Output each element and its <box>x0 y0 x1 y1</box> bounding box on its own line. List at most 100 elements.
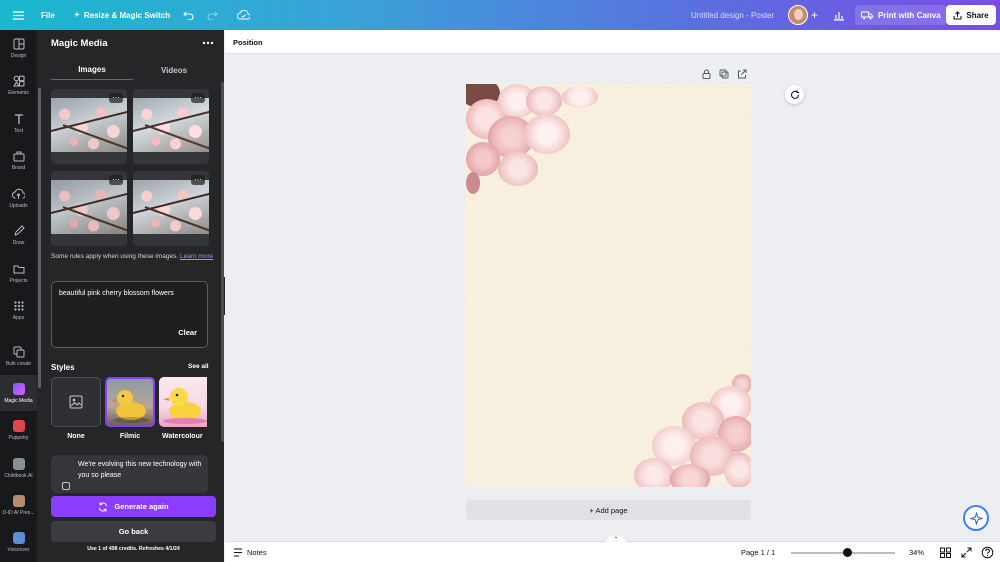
refresh-icon <box>99 502 108 511</box>
image-more-button[interactable]: … <box>191 174 205 185</box>
rail-item-magic-media[interactable]: Magic Media <box>0 375 37 411</box>
beta-notice: We're evolving this new technology with … <box>51 455 208 493</box>
cloud-save-status[interactable] <box>237 0 250 30</box>
rail-label: Projects <box>9 277 28 284</box>
print-label: Print with Canva <box>878 10 941 20</box>
rail-item-brand[interactable]: Brand <box>0 142 37 178</box>
notice-text: We're evolving this new technology with … <box>78 461 202 479</box>
learn-more-link[interactable]: Learn more <box>180 253 213 260</box>
design-icon <box>13 38 24 49</box>
generate-again-button[interactable]: Generate again <box>51 496 216 517</box>
add-collaborator-button[interactable]: + <box>811 0 818 30</box>
style-label-watercolour: Watercolour <box>162 433 203 440</box>
add-page-button[interactable]: + Add page <box>466 500 751 520</box>
media-tabs: Images Videos <box>51 60 216 80</box>
redo-button[interactable] <box>207 0 218 30</box>
draw-icon <box>13 224 25 236</box>
rail-item-childbook[interactable]: Childbook.AI <box>0 450 37 486</box>
share-button[interactable]: Share <box>946 5 996 25</box>
poster-page[interactable] <box>466 84 751 487</box>
avatar[interactable] <box>788 5 808 25</box>
rail-label: Voiceover <box>7 546 30 553</box>
rubber-duck-image <box>111 390 149 423</box>
rail-item-uploads[interactable]: Uploads <box>0 180 37 216</box>
rail-item-voiceover[interactable]: Voiceover <box>0 524 37 560</box>
style-watercolour[interactable] <box>159 377 207 427</box>
rail-item-elements[interactable]: Elements <box>0 67 37 103</box>
help-button[interactable] <box>981 546 994 559</box>
undo-button[interactable] <box>183 0 194 30</box>
magic-refresh-button[interactable] <box>785 85 804 104</box>
image-more-button[interactable]: … <box>109 92 123 103</box>
rail-item-design[interactable]: Design <box>0 30 37 66</box>
rail-item-projects[interactable]: Projects <box>0 255 37 291</box>
rail-item-bulk-create[interactable]: Bulk create <box>0 338 37 374</box>
notice-icon <box>62 482 70 490</box>
rail-label: Uploads <box>9 202 28 209</box>
position-button[interactable]: Position <box>233 30 263 54</box>
tab-videos[interactable]: Videos <box>133 60 215 80</box>
generated-image-4[interactable]: … <box>133 171 209 246</box>
notes-button[interactable]: Notes <box>233 542 267 562</box>
share-label: Share <box>966 10 989 20</box>
panel-title: Magic Media <box>51 38 108 49</box>
hamburger-icon <box>13 10 24 20</box>
generated-image-2[interactable]: … <box>133 89 209 164</box>
image-more-button[interactable]: … <box>191 92 205 103</box>
rail-item-d-id[interactable]: D-ID AI Pres... <box>0 487 37 523</box>
rail-label: Childbook.AI <box>4 472 33 479</box>
lock-button[interactable] <box>702 69 711 79</box>
prompt-input[interactable]: beautiful pink cherry blossom flowers Cl… <box>51 281 208 348</box>
fullscreen-button[interactable] <box>960 546 973 559</box>
cloud-check-icon <box>237 10 250 20</box>
rail-item-apps[interactable]: Apps <box>0 292 37 328</box>
style-label-filmic: Filmic <box>119 433 141 440</box>
cherry-blossom-top-left[interactable] <box>466 84 601 199</box>
notes-icon <box>234 548 242 557</box>
file-menu[interactable]: File <box>41 0 55 30</box>
style-filmic[interactable] <box>105 377 155 427</box>
generated-image-3[interactable]: … <box>51 171 127 246</box>
main-menu-button[interactable] <box>13 0 24 30</box>
undo-icon <box>183 11 194 20</box>
apps-icon <box>13 300 24 311</box>
rail-label: Bulk create <box>5 360 31 367</box>
rail-label: Puppetry <box>8 434 29 441</box>
design-title[interactable]: Untitled design - Poster <box>691 0 774 30</box>
rules-text: Some rules apply when using these images… <box>51 253 179 260</box>
export-page-button[interactable] <box>737 69 747 79</box>
rail-label: Text <box>13 127 24 134</box>
panel-more-button[interactable] <box>202 39 214 47</box>
cherry-blossom-photo <box>51 180 127 234</box>
magic-assistant-button[interactable] <box>963 505 989 531</box>
grid-view-button[interactable] <box>939 546 952 559</box>
generated-image-1[interactable]: … <box>51 89 127 164</box>
prompt-text: beautiful pink cherry blossom flowers <box>59 290 174 297</box>
rail-item-puppetry[interactable]: Puppetry <box>0 412 37 448</box>
bottom-bar: ˆ Notes Page 1 / 1 34% <box>225 536 1000 562</box>
go-back-button[interactable]: Go back <box>51 521 216 542</box>
clear-button[interactable]: Clear <box>178 328 197 337</box>
styles-next-button[interactable]: › <box>201 397 204 407</box>
image-more-button[interactable]: … <box>109 174 123 185</box>
duplicate-page-button[interactable] <box>719 69 729 79</box>
rail-item-text[interactable]: Text <box>0 105 37 141</box>
page-indicator[interactable]: Page 1 / 1 <box>741 542 775 562</box>
rail-label: Apps <box>12 314 25 321</box>
sparkle-icon <box>969 511 983 525</box>
refresh-icon <box>790 90 799 99</box>
see-all-link[interactable]: See all <box>188 363 209 370</box>
style-none[interactable] <box>51 377 101 427</box>
print-with-canva-button[interactable]: Print with Canva <box>855 5 947 25</box>
sparkle-icon: ✦ <box>74 12 80 19</box>
analytics-button[interactable] <box>833 0 845 30</box>
resize-button[interactable]: ✦ Resize & Magic Switch <box>74 0 170 30</box>
duplicate-icon <box>719 69 729 79</box>
cherry-blossom-bottom-right[interactable] <box>634 374 751 487</box>
tab-images[interactable]: Images <box>51 60 133 80</box>
zoom-percentage[interactable]: 34% <box>909 542 924 562</box>
rail-item-draw[interactable]: Draw <box>0 217 37 253</box>
chevron-up-icon: ˆ <box>614 536 618 545</box>
zoom-slider-handle[interactable] <box>843 548 853 557</box>
usage-rules: Some rules apply when using these images… <box>51 252 216 262</box>
